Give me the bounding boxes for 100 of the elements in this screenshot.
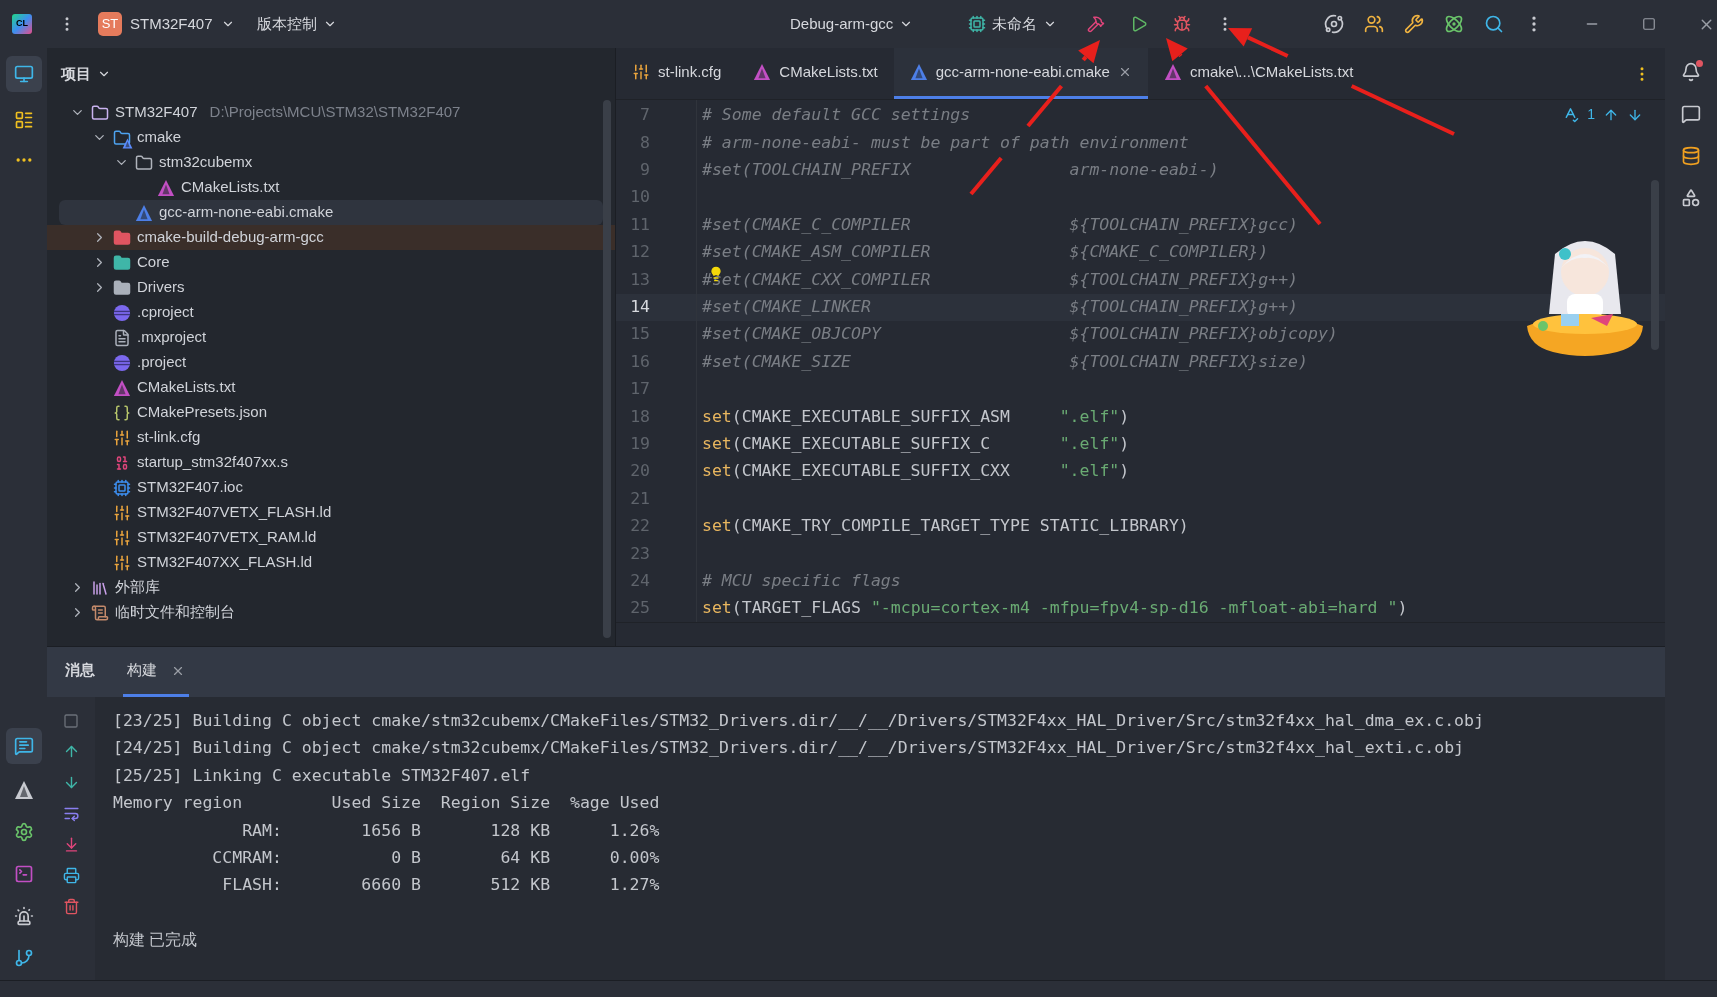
code-line: set(CMAKE_EXECUTABLE_SUFFIX_ASM ".elf") [702,405,1130,428]
shapes-icon[interactable] [1681,188,1701,208]
tree-item[interactable]: startup_stm32f407xx.s [47,450,615,475]
messages-tool-button[interactable] [5,728,42,764]
line-number: 17 [629,378,650,401]
folder-icon [113,253,131,272]
scrollbar[interactable] [603,100,611,638]
line-number: 11 [629,213,650,236]
chip-icon[interactable] [968,15,986,33]
atom-icon[interactable] [1444,14,1464,34]
sliders-icon [113,503,131,522]
print-icon[interactable] [62,867,80,884]
vcs-menu[interactable]: 版本控制 [256,12,337,36]
maximize-icon[interactable] [1642,17,1656,31]
build-icon[interactable] [1087,15,1105,33]
target-selector[interactable]: 未命名 [968,12,1057,36]
output-line: RAM: 1656 B 128 KB 1.26% [241,819,661,842]
alarm-icon[interactable] [13,906,34,926]
tree-item[interactable]: cmake [47,125,615,150]
project-tool-button[interactable] [5,56,42,92]
code-line: set(TARGET_FLAGS "-mcpu=cortex-m4 -mfpu=fpv4-sp-d16 -mfloat-abi=hard ") [702,597,1408,620]
tree-item[interactable]: 外部库 [47,575,615,600]
editor-tab[interactable]: gcc-arm-none-eabi.cmake [893,48,1148,99]
tools-icon[interactable] [1404,14,1424,34]
item-label: STM32F407XX_FLASH.ld [137,552,313,573]
tree-item[interactable]: CMakePresets.json [47,400,615,425]
tree-item[interactable]: STM32F407XX_FLASH.ld [47,550,615,575]
item-label: startup_stm32f407xx.s [137,452,288,473]
build-status: 构建 已完成 [113,929,199,950]
editor-tab[interactable]: CMakeLists.txt [737,48,894,99]
debug-icon[interactable] [1173,15,1191,33]
tree-item[interactable]: STM32F407VETX_RAM.ld [47,525,615,550]
tree-item[interactable]: 临时文件和控制台 [47,600,615,625]
sliders-icon [113,528,131,547]
tree-item[interactable]: stm32cubemx [47,150,615,175]
chat-icon[interactable] [13,736,34,756]
tree-item[interactable]: STM32F407.ioc [47,475,615,500]
branch-icon[interactable] [13,948,34,968]
trash-icon[interactable] [62,898,80,915]
run-config-selector[interactable]: Debug-arm-gcc [790,12,968,36]
structure-icon[interactable] [13,110,34,130]
tree-item[interactable]: .cproject [47,300,615,325]
code-editor[interactable] [616,100,1665,622]
line-number: 20 [629,460,650,483]
chat-icon[interactable] [1681,104,1701,124]
cmake-icon [753,63,772,81]
code-line: #set(CMAKE_C_COMPILER ${TOOLCHAIN_PREFIX}gcc) [702,213,1299,236]
item-label: STM32F407.ioc [137,477,243,498]
code-line: #set(CMAKE_OBJCOPY ${TOOLCHAIN_PREFIX}objcopy) [702,323,1338,346]
code-line: # MCU specific flags [702,569,901,592]
line-number: 21 [629,487,650,510]
tree-item[interactable]: CMakeLists.txt [47,375,615,400]
tree-item[interactable]: st-link.cfg [47,425,615,450]
code-line: #set(CMAKE_LINKER ${TOOLCHAIN_PREFIX}g++) [702,296,1299,319]
search-icon[interactable] [1484,14,1504,34]
project-selector[interactable]: ST STM32F407 [98,12,235,36]
tree-item[interactable]: CMakeLists.txt [47,175,615,200]
folder-icon [113,228,131,247]
editor-tab[interactable]: cmake\...\CMakeLists.txt [1147,48,1370,99]
item-path: D:\Projects\MCU\STM32\STM32F407 [209,102,461,123]
item-label: 外部库 [115,577,160,598]
item-label: CMakePresets.json [137,402,268,423]
gear-icon[interactable] [13,822,34,842]
editor-tab[interactable]: st-link.cfg [616,48,738,99]
tree-item[interactable]: STM32F407 D:\Projects\MCU\STM32\STM32F407 [47,100,615,125]
line-number: 23 [629,542,650,565]
item-label: STM32F407VETX_FLASH.ld [137,502,332,523]
cmake-icon [13,780,34,800]
item-label: .mxproject [137,327,207,348]
line-number: 25 [629,597,650,620]
line-number: 10 [629,186,650,209]
line-number: 13 [629,268,650,291]
panel-title[interactable]: 项目 [47,48,615,100]
item-label: st-link.cfg [137,427,201,448]
item-label: gcc-arm-none-eabi.cmake [159,202,334,223]
cmake-badge-icon [122,137,133,149]
orbit-icon[interactable] [1324,14,1344,34]
bell-icon[interactable] [1681,62,1701,82]
sliders-icon [113,428,131,447]
people-icon[interactable] [1364,14,1384,34]
item-label: CMakeLists.txt [181,177,280,198]
tree-item[interactable]: .mxproject [47,325,615,350]
terminal-icon[interactable] [13,864,34,884]
cmake-icon [909,63,928,81]
file-icon [113,328,131,347]
sliders-icon [113,553,131,572]
tree-item[interactable]: .project [47,350,615,375]
wrap-icon[interactable] [62,805,80,822]
tree-item[interactable]: STM32F407VETX_FLASH.ld [47,500,615,525]
tree-item[interactable]: Drivers [47,275,615,300]
database-icon[interactable] [1681,146,1701,166]
item-label: .cproject [137,302,194,323]
panel-tab[interactable]: 消息 [61,647,99,697]
cmake-icon [157,178,175,197]
tree-item[interactable]: Core [47,250,615,275]
tree-item[interactable]: gcc-arm-none-eabi.cmake [59,200,603,225]
run-icon[interactable] [1130,15,1148,33]
monitor-icon[interactable] [13,64,34,84]
cmake-icon [135,203,153,222]
tree-item[interactable]: cmake-build-debug-arm-gcc [47,225,615,250]
